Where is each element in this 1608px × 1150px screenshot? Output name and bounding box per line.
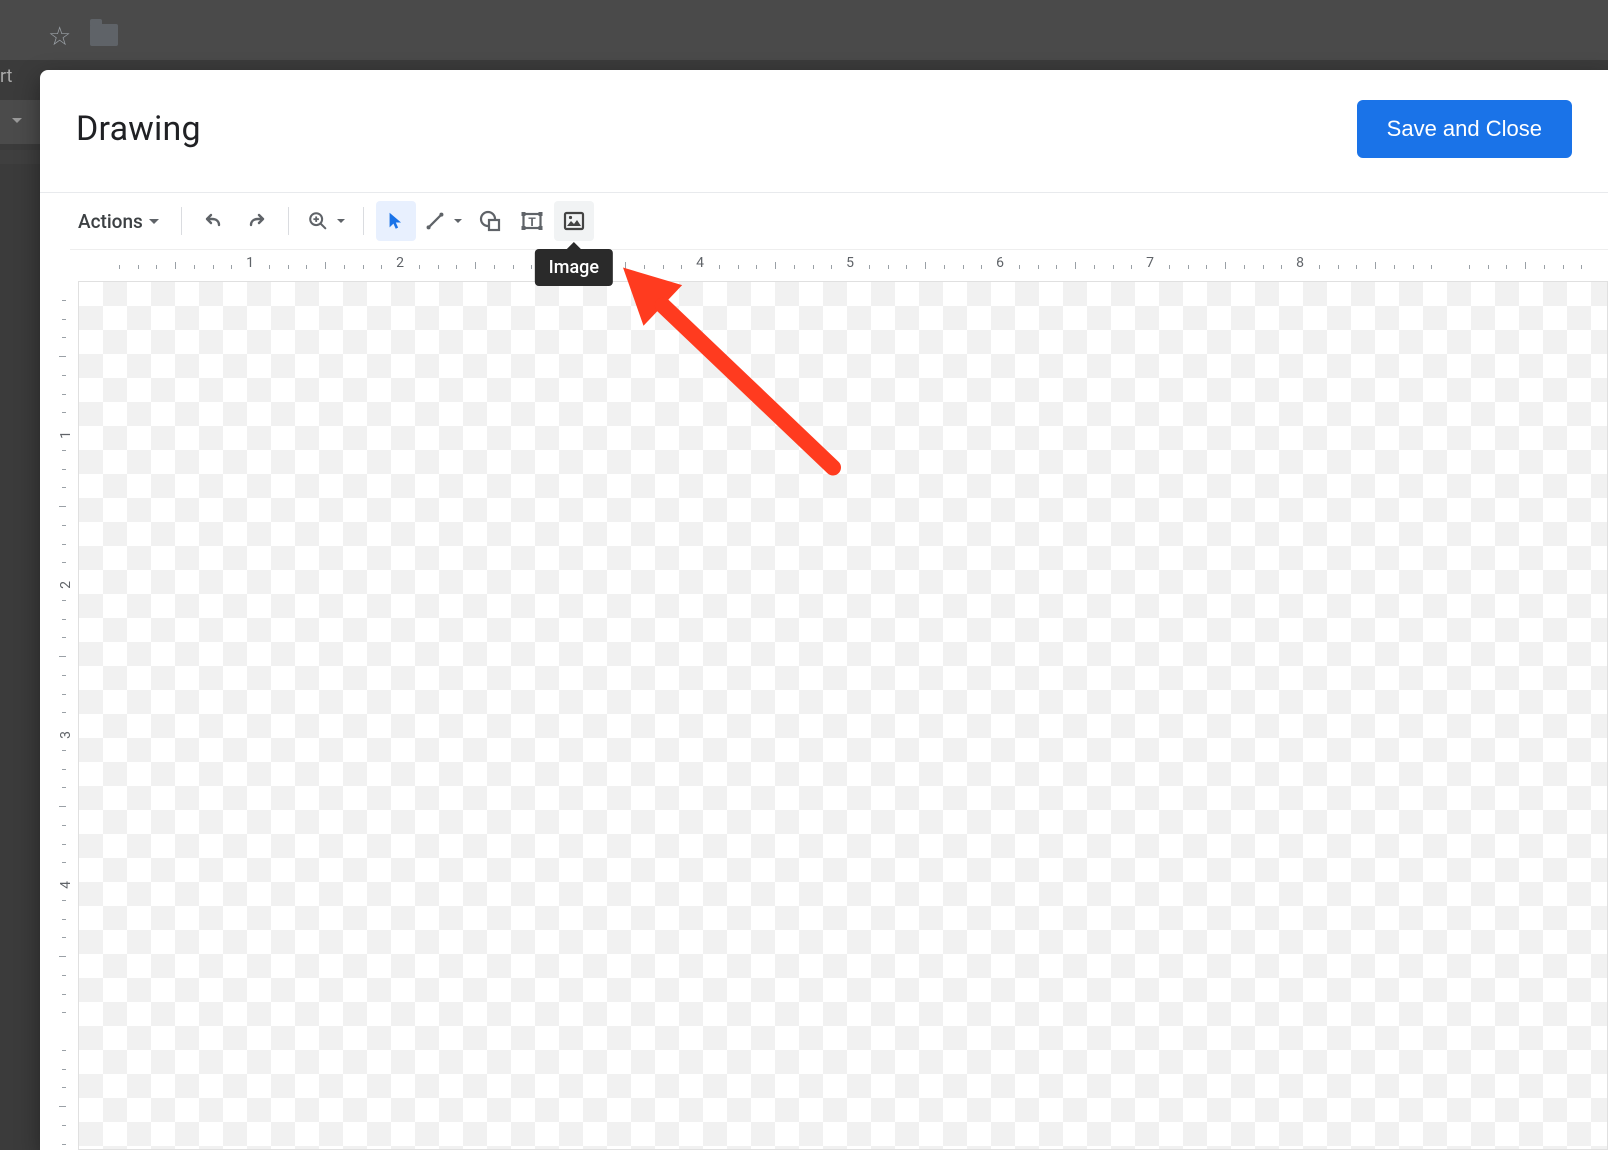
drawing-dialog: Drawing Save and Close Actions [40, 70, 1608, 1150]
ruler-h-label: 8 [1296, 255, 1304, 271]
redo-icon [244, 209, 268, 233]
ruler-h-label: 5 [846, 255, 854, 271]
horizontal-ruler: 12345678 [70, 249, 1608, 273]
undo-icon [202, 209, 226, 233]
tooltip-label: Image [549, 257, 599, 278]
zoom-icon [307, 210, 329, 232]
redo-button[interactable] [236, 201, 276, 241]
canvas-container [70, 273, 1608, 1150]
shape-icon [478, 209, 502, 233]
image-icon [562, 209, 586, 233]
toolbar-separator [181, 207, 182, 235]
drawing-workspace: 1234 [40, 273, 1608, 1150]
zoom-button[interactable] [301, 201, 351, 241]
actions-menu-button[interactable]: Actions [68, 204, 169, 239]
image-tool-button[interactable] [554, 201, 594, 241]
drawing-canvas[interactable] [78, 281, 1608, 1150]
line-icon [424, 210, 446, 232]
undo-button[interactable] [194, 201, 234, 241]
toolbar-separator [288, 207, 289, 235]
textbox-icon: T [520, 209, 544, 233]
cursor-icon [385, 210, 407, 232]
folder-icon [90, 24, 118, 46]
ruler-h-label: 1 [246, 255, 254, 271]
background-menu-fragment: rt [0, 62, 12, 90]
shape-tool-button[interactable] [470, 201, 510, 241]
drawing-toolbar: Actions T [40, 193, 1608, 249]
ruler-h-label: 4 [696, 255, 704, 271]
actions-label: Actions [78, 210, 143, 233]
toolbar-separator [363, 207, 364, 235]
chevron-down-icon [12, 118, 22, 123]
ruler-h-label: 7 [1146, 255, 1154, 271]
select-tool-button[interactable] [376, 201, 416, 241]
chevron-down-icon [149, 219, 159, 224]
image-tooltip: Image [535, 249, 613, 286]
star-icon: ☆ [48, 22, 71, 52]
dialog-title: Drawing [76, 109, 201, 149]
background-ruler-fragment [0, 150, 40, 164]
line-tool-button[interactable] [418, 201, 468, 241]
chevron-down-icon [454, 219, 462, 223]
svg-text:T: T [528, 215, 536, 229]
vertical-ruler: 1234 [40, 273, 70, 1150]
ruler-h-label: 6 [996, 255, 1004, 271]
textbox-tool-button[interactable]: T [512, 201, 552, 241]
save-and-close-button[interactable]: Save and Close [1357, 100, 1572, 158]
ruler-h-label: 2 [396, 255, 404, 271]
chevron-down-icon [337, 219, 345, 223]
background-titlebar [0, 0, 1608, 60]
dialog-header: Drawing Save and Close [40, 70, 1608, 193]
